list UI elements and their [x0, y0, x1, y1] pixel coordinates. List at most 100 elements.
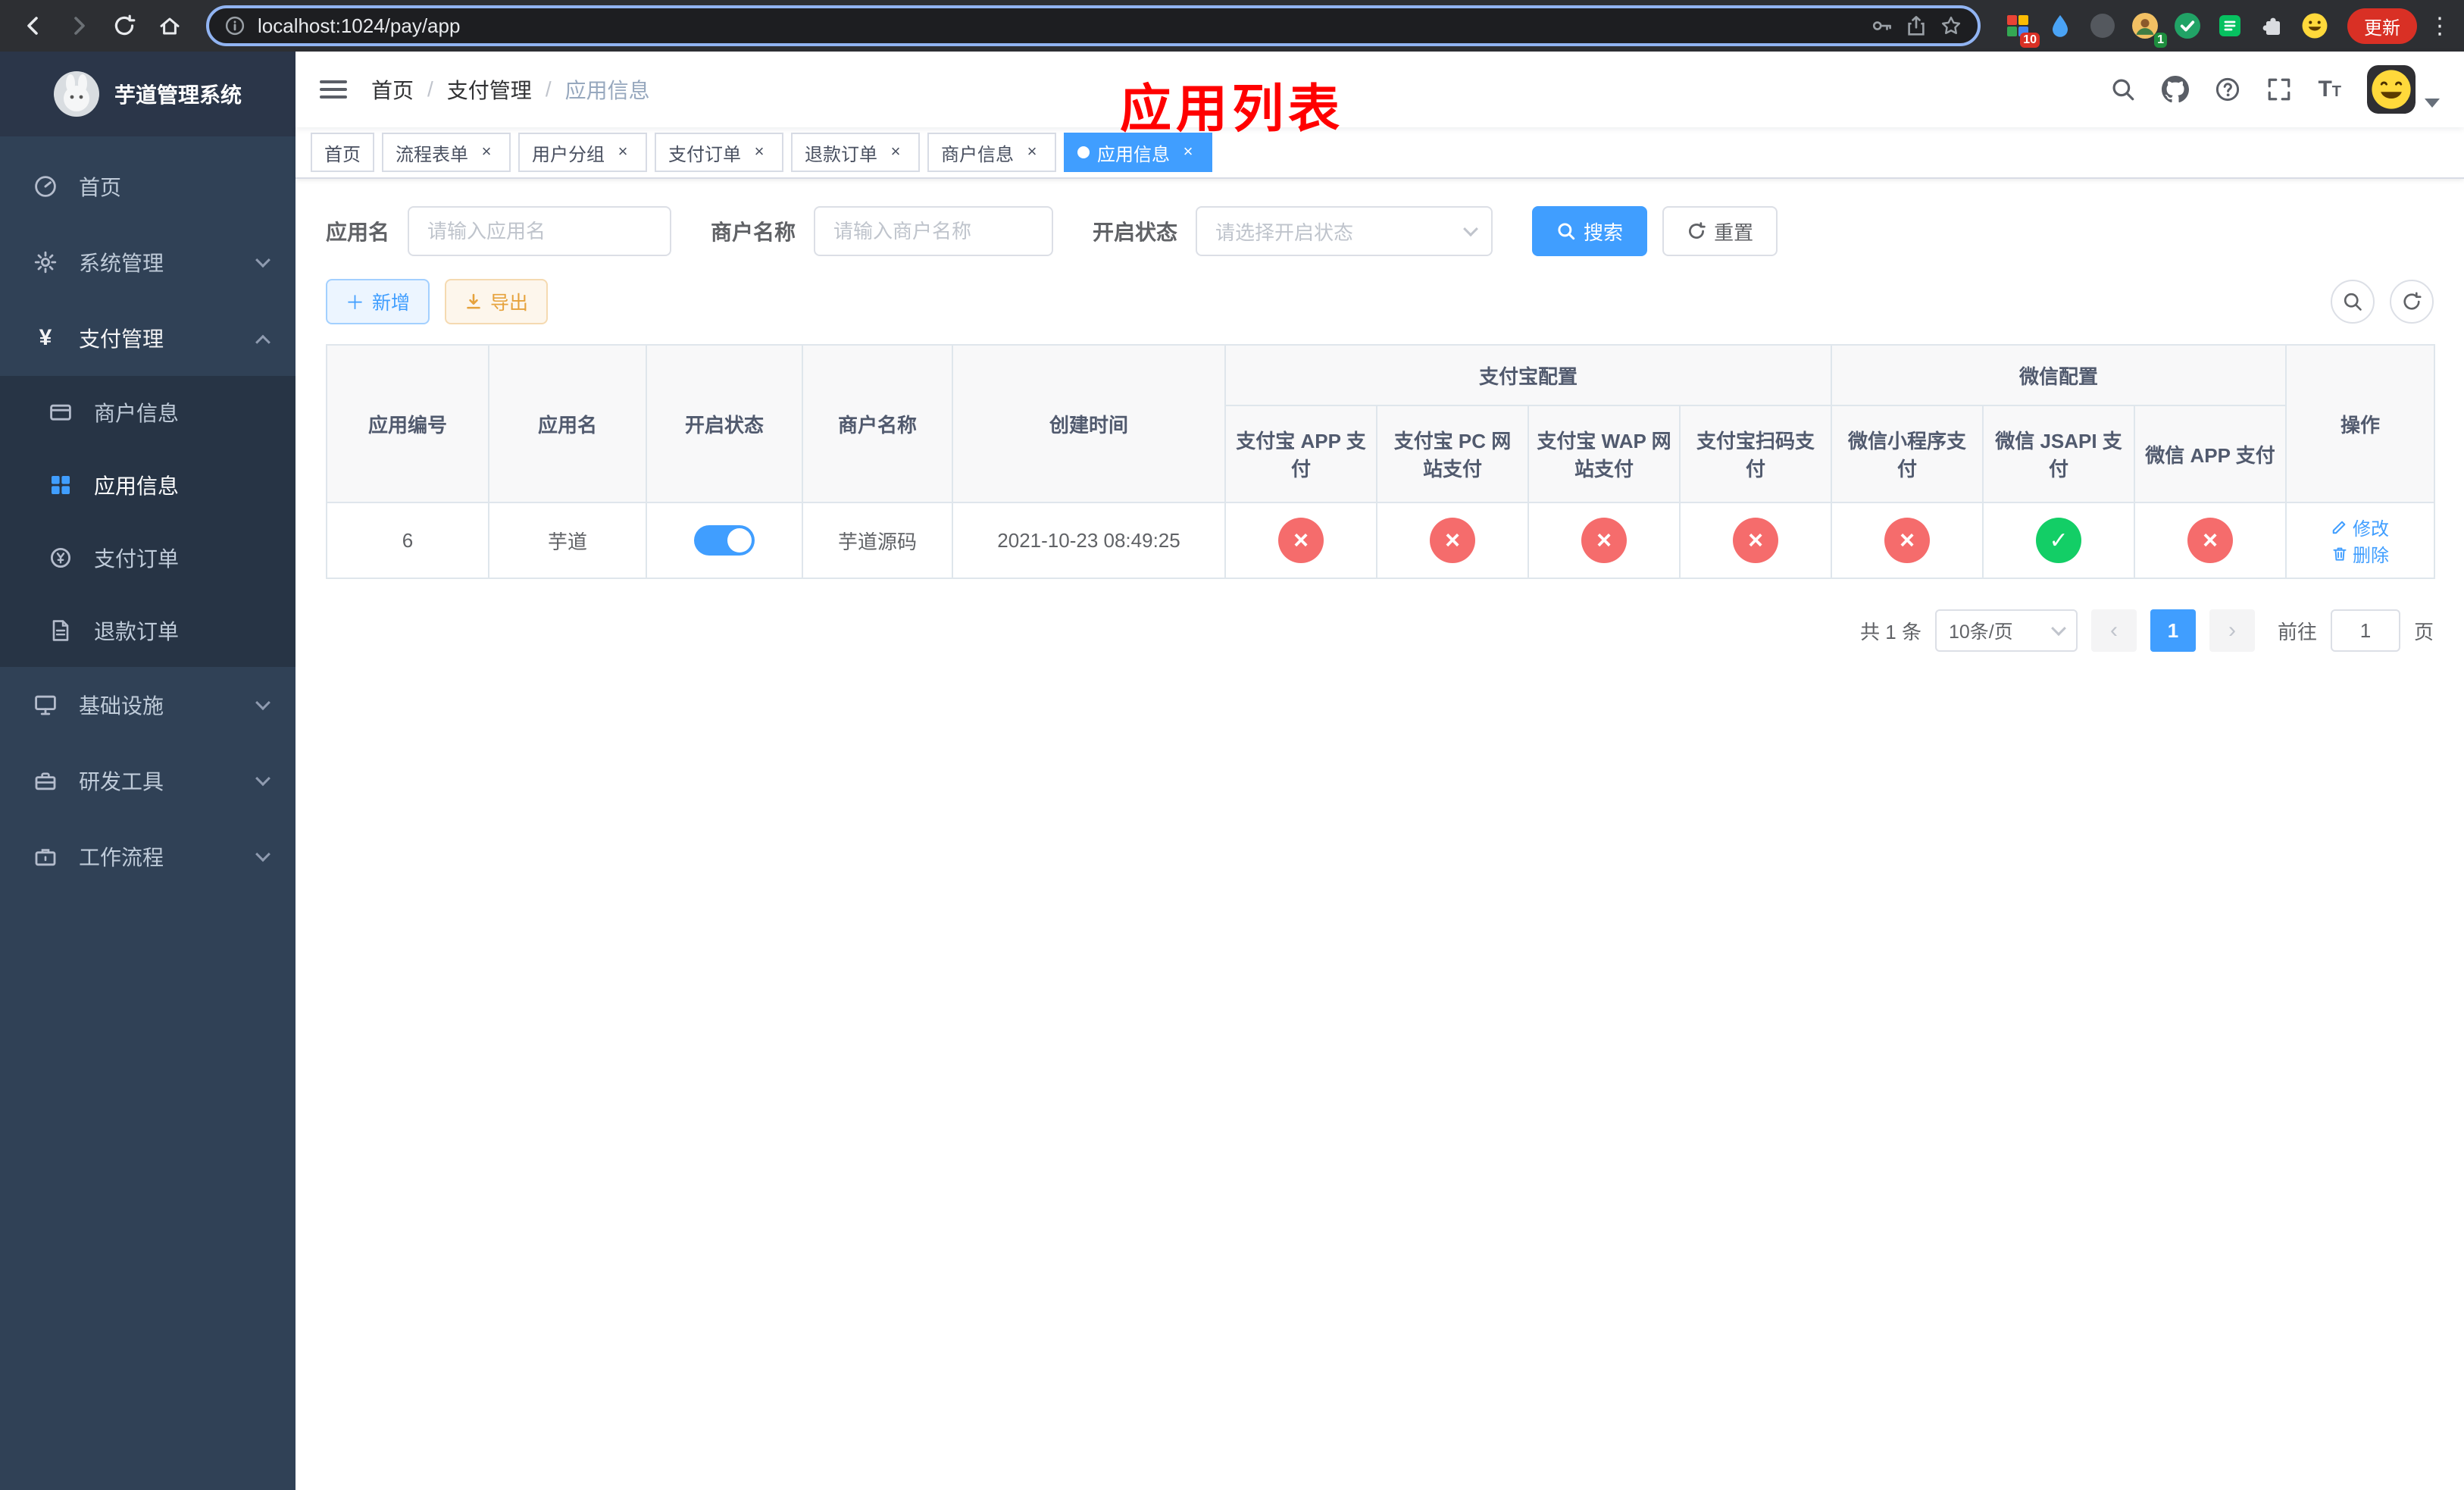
- bookmark-star-icon[interactable]: [1940, 14, 1962, 37]
- close-icon[interactable]: ×: [612, 142, 633, 163]
- github-icon[interactable]: [2162, 76, 2190, 103]
- extension-badge-1: 1: [2154, 33, 2167, 48]
- forward-icon[interactable]: [58, 5, 100, 47]
- tab-refund-order[interactable]: 退款订单 ×: [791, 133, 920, 172]
- add-button[interactable]: ＋ 新增: [326, 279, 430, 324]
- col-group-alipay: 支付宝配置: [1224, 344, 1833, 406]
- reload-icon[interactable]: [103, 5, 145, 47]
- close-icon[interactable]: ×: [749, 142, 770, 163]
- reset-button[interactable]: 重置: [1662, 206, 1778, 256]
- share-icon[interactable]: [1905, 14, 1928, 37]
- alipay-pc-status-icon: ×: [1430, 518, 1475, 563]
- site-info-icon[interactable]: [224, 15, 245, 36]
- url-text: localhost:1024/pay/app: [258, 14, 461, 37]
- tab-process-form[interactable]: 流程表单 ×: [382, 133, 511, 172]
- toolbox-icon: [30, 768, 61, 793]
- main-area: 首页 / 支付管理 / 应用信息 TT 首页 流程表单 × 用户分组 × 支付订…: [295, 52, 2464, 1490]
- extension-dark-icon[interactable]: [2087, 10, 2118, 42]
- chrome-update-button[interactable]: 更新: [2347, 8, 2417, 44]
- sidebar-item-pay[interactable]: ¥ 支付管理: [0, 300, 295, 376]
- sidebar-item-workflow[interactable]: 工作流程: [0, 819, 295, 894]
- grid-icon: [45, 473, 76, 497]
- close-icon[interactable]: ×: [1021, 142, 1043, 163]
- table-row: 6 芋道 芋道源码 2021-10-23 08:49:25 × × × × × …: [326, 502, 2436, 579]
- sidebar: 芋道管理系统 首页 系统管理 ¥ 支付管理 商户信息 应用信息 支付订单 退款订…: [0, 52, 295, 1490]
- extension-avatar-icon[interactable]: 1: [2129, 10, 2167, 48]
- tab-merchant-info[interactable]: 商户信息 ×: [927, 133, 1056, 172]
- sidebar-item-pay-order[interactable]: 支付订单: [0, 521, 295, 594]
- app-name-label: 应用名: [326, 221, 390, 244]
- browser-menu-kebab-icon[interactable]: ⋮: [2428, 13, 2452, 39]
- col-alipay-qr: 支付宝扫码支付: [1678, 405, 1833, 503]
- credit-card-icon: [45, 400, 76, 424]
- user-menu[interactable]: [2367, 65, 2440, 114]
- extension-grid-icon[interactable]: 10: [2002, 10, 2040, 48]
- close-icon[interactable]: ×: [476, 142, 497, 163]
- prev-page-button[interactable]: ‹: [2090, 609, 2137, 652]
- col-alipay-pc: 支付宝 PC 网站支付: [1376, 405, 1529, 503]
- wx-lite-status-icon: ×: [1884, 518, 1931, 563]
- status-label: 开启状态: [1093, 221, 1178, 244]
- status-toggle[interactable]: [694, 525, 755, 556]
- font-size-icon[interactable]: TT: [2318, 78, 2341, 101]
- cell-created: 2021-10-23 08:49:25: [952, 502, 1226, 579]
- home-icon[interactable]: [149, 5, 191, 47]
- user-avatar: [2367, 65, 2416, 114]
- sidebar-item-label: 基础设施: [79, 694, 164, 718]
- tab-user-group[interactable]: 用户分组 ×: [518, 133, 647, 172]
- breadcrumb-current: 应用信息: [564, 79, 650, 102]
- breadcrumb-pay[interactable]: 支付管理: [447, 74, 532, 105]
- close-icon[interactable]: ×: [885, 142, 906, 163]
- hamburger-icon[interactable]: [320, 80, 347, 99]
- search-icon: [1558, 223, 1575, 240]
- chevron-down-icon: [1463, 221, 1478, 237]
- tab-home[interactable]: 首页: [311, 133, 374, 172]
- sidebar-item-label: 工作流程: [79, 846, 164, 869]
- edit-link[interactable]: 修改: [2331, 514, 2389, 540]
- export-button[interactable]: 导出: [445, 279, 549, 324]
- coin-icon: [45, 546, 76, 570]
- app-frame: 芋道管理系统 首页 系统管理 ¥ 支付管理 商户信息 应用信息 支付订单 退款订…: [0, 52, 2464, 1490]
- browser-toolbar: localhost:1024/pay/app 10 1 更新 ⋮: [0, 0, 2464, 52]
- page-1-button[interactable]: 1: [2150, 609, 2196, 652]
- back-icon[interactable]: [12, 5, 55, 47]
- refresh-table-button[interactable]: [2390, 280, 2434, 324]
- goto-page-input[interactable]: [2330, 609, 2400, 652]
- sidebar-item-app-info[interactable]: 应用信息: [0, 449, 295, 521]
- col-app-id: 应用编号: [326, 344, 489, 503]
- sidebar-logo-row[interactable]: 芋道管理系统: [0, 52, 295, 136]
- status-select[interactable]: 请选择开启状态: [1196, 206, 1493, 256]
- tags-view: 首页 流程表单 × 用户分组 × 支付订单 × 退款订单 × 商户信息 × 应用信息 ×: [295, 127, 2464, 179]
- col-wx-lite: 微信小程序支付: [1831, 405, 1984, 503]
- toggle-search-button[interactable]: [2331, 280, 2375, 324]
- app-name-input[interactable]: [408, 206, 672, 256]
- sidebar-item-infra[interactable]: 基础设施: [0, 667, 295, 743]
- table-container: 应用编号 应用名 开启状态 商户名称 创建时间 支付宝配置 微信配置 操作 支付…: [295, 324, 2464, 579]
- sidebar-item-refund-order[interactable]: 退款订单: [0, 594, 295, 667]
- search-icon[interactable]: [2110, 77, 2136, 102]
- close-icon[interactable]: ×: [1177, 142, 1199, 163]
- fullscreen-icon[interactable]: [2266, 77, 2292, 102]
- extension-check-icon[interactable]: [2172, 10, 2203, 42]
- merchant-name-input[interactable]: [814, 206, 1054, 256]
- page-size-select[interactable]: 10条/页: [1934, 609, 2078, 652]
- tab-pay-order[interactable]: 支付订单 ×: [655, 133, 783, 172]
- address-bar[interactable]: localhost:1024/pay/app: [206, 5, 1981, 46]
- sidebar-item-devtools[interactable]: 研发工具: [0, 743, 295, 819]
- search-button[interactable]: 搜索: [1532, 206, 1648, 256]
- sidebar-item-merchant-info[interactable]: 商户信息: [0, 376, 295, 449]
- pagination: 共 1 条 10条/页 ‹ 1 › 前往 页: [295, 579, 2464, 682]
- next-page-button[interactable]: ›: [2209, 609, 2255, 652]
- sidebar-item-system[interactable]: 系统管理: [0, 224, 295, 300]
- profile-avatar-icon[interactable]: [2299, 10, 2331, 42]
- extension-drop-icon[interactable]: [2044, 10, 2076, 42]
- password-key-icon[interactable]: [1870, 14, 1893, 37]
- help-icon[interactable]: [2215, 77, 2240, 102]
- breadcrumb-home[interactable]: 首页: [371, 74, 414, 105]
- delete-link[interactable]: 删除: [2331, 540, 2389, 567]
- extensions-puzzle-icon[interactable]: [2256, 10, 2288, 42]
- sidebar-item-home[interactable]: 首页: [0, 149, 295, 224]
- caret-down-icon: [2425, 99, 2440, 108]
- extension-book-icon[interactable]: [2214, 10, 2246, 42]
- yen-icon: ¥: [39, 325, 52, 350]
